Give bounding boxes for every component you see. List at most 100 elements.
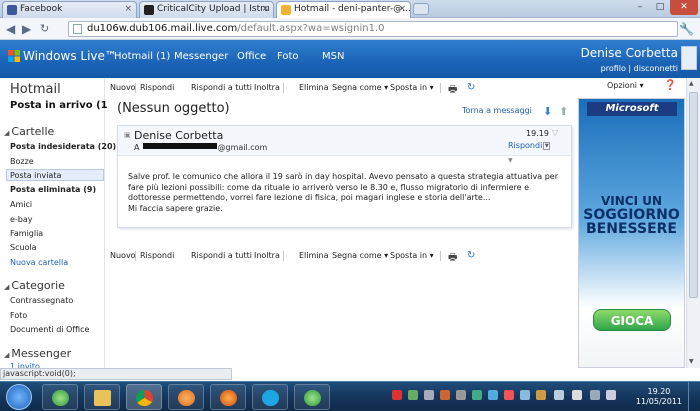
tray-icon[interactable] [472,390,482,400]
tray-icon[interactable] [456,390,466,400]
nav-foto[interactable]: Foto [277,51,299,62]
advertisement-banner[interactable]: Microsoft VINCI UN SOGGIORNO BENESSERE G… [578,98,685,368]
sidebar-item-inbox[interactable]: Posta in arrivo (1 [10,100,108,111]
show-desktop-button[interactable] [688,382,700,411]
nav-msn[interactable]: MSN [322,51,344,62]
sender-name[interactable]: Denise Corbetta [134,129,223,142]
scrollbar-thumb[interactable] [689,92,698,298]
new-folder-link[interactable]: Nuova cartella [10,258,68,267]
forward-button[interactable]: Inoltra [254,251,280,260]
tab-hotmail[interactable]: Hotmail - deni-panter-@... × [276,1,411,18]
categories-header[interactable]: ◢ Categorie [4,279,65,292]
sidebar-item-junk[interactable]: Posta indesiderata (20) [10,142,116,151]
back-arrow-icon[interactable]: ◀ [6,22,15,36]
options-menu[interactable]: Opzioni ▾ [607,81,644,90]
start-button[interactable] [6,384,32,410]
signout-link[interactable]: disconnetti [634,64,678,73]
tray-icon[interactable] [440,390,450,400]
sidebar-item-drafts[interactable]: Bozze [10,157,34,166]
nav-messenger[interactable]: Messenger [174,51,228,62]
sidebar-title[interactable]: Hotmail [10,82,61,97]
tray-icon[interactable] [536,390,546,400]
sidebar-item-sent[interactable]: Posta inviata [10,171,61,180]
back-to-messages-link[interactable]: Torna a messaggi [462,106,532,115]
close-icon[interactable]: × [398,4,406,14]
reply-link[interactable]: Rispondi ▼ [508,141,551,150]
profile-link[interactable]: profilo [601,64,626,73]
new-tab-button[interactable] [413,3,429,15]
refresh-icon[interactable]: ↻ [467,250,475,261]
category-photos[interactable]: Foto [10,311,27,320]
previous-message-icon[interactable]: ⬆ [559,105,568,118]
reload-icon[interactable]: ↻ [40,22,49,35]
chevron-down-icon[interactable]: ▼ [543,141,551,150]
close-icon[interactable]: × [261,4,269,14]
mark-as-menu[interactable]: Segna come ▾ [332,251,388,260]
sidebar-item-amici[interactable]: Amici [10,200,32,209]
taskbar-chrome[interactable] [126,384,162,410]
reply-button[interactable]: Rispondi [140,251,174,260]
page-scrollbar[interactable]: ▲ ▼ [686,78,700,368]
taskbar-skype[interactable] [252,384,288,410]
scroll-up-icon[interactable]: ▲ [689,80,694,87]
tray-icon[interactable] [408,390,418,400]
sidebar-item-ebay[interactable]: e-bay [10,215,33,224]
flag-icon[interactable]: ▽ [552,128,558,137]
delete-button[interactable]: Elimina [299,83,329,92]
sidebar-item-deleted[interactable]: Posta eliminata (9) [10,185,96,194]
messenger-header[interactable]: ◢ Messenger [4,347,71,360]
folders-header[interactable]: ◢ Cartelle [4,125,54,138]
forward-button[interactable]: Inoltra [254,83,280,92]
tray-icon[interactable] [488,390,498,400]
tray-icon[interactable] [424,390,434,400]
tray-icon[interactable] [392,390,402,400]
volume-icon[interactable] [606,390,616,400]
nav-hotmail[interactable]: Hotmail (1) [114,51,170,62]
move-to-menu[interactable]: Sposta in ▾ [390,251,434,260]
window-close-icon[interactable]: ✕ [670,0,698,15]
new-button[interactable]: Nuovo [110,251,136,260]
taskbar-clock[interactable]: 19.20 11/05/2011 [636,387,682,407]
reply-button[interactable]: Rispondi [140,83,174,92]
user-name[interactable]: Denise Corbetta [581,46,678,60]
tab-criticalcity[interactable]: CriticalCity Upload | Istru × [139,1,274,18]
taskbar-firefox[interactable] [210,384,246,410]
network-icon[interactable] [590,390,600,400]
play-button[interactable]: GIOCA [593,309,671,331]
tray-icon[interactable] [504,390,514,400]
sidebar-item-famiglia[interactable]: Famiglia [10,229,43,238]
sidebar-item-scuola[interactable]: Scuola [10,243,37,252]
maximize-icon[interactable]: □ [650,0,670,15]
print-icon[interactable]: 🖶 [448,82,457,99]
url-input[interactable]: du106w.dub106.mail.live.com/default.aspx… [68,21,678,37]
wrench-icon[interactable]: 🔧 [679,22,694,36]
move-to-menu[interactable]: Sposta in ▾ [390,83,434,92]
expand-square-icon[interactable]: ▣ [124,131,131,139]
taskbar-messenger[interactable] [42,384,78,410]
tray-icon[interactable] [520,390,530,400]
mark-as-menu[interactable]: Segna come ▾ [332,83,388,92]
category-flagged[interactable]: Contrassegnato [10,296,73,305]
close-icon[interactable]: × [124,4,132,14]
reply-all-button[interactable]: Rispondi a tutti [191,83,252,92]
forward-arrow-icon[interactable]: ▶ [22,22,31,36]
reply-all-button[interactable]: Rispondi a tutti [191,251,252,260]
category-office-docs[interactable]: Documenti di Office [10,325,89,334]
print-icon[interactable]: 🖶 [448,250,457,267]
flag-tray-icon[interactable] [572,390,582,400]
minimize-icon[interactable]: – [630,0,650,15]
taskbar-messenger-2[interactable] [294,384,330,410]
new-button[interactable]: Nuovo [110,83,136,92]
tray-icon[interactable] [554,390,564,400]
scroll-down-icon[interactable]: ▼ [689,358,694,365]
help-icon[interactable]: ❓ [664,80,676,91]
windows-live-logo[interactable]: Windows Live™ [8,49,117,63]
next-message-icon[interactable]: ⬇ [543,105,552,118]
refresh-icon[interactable]: ↻ [467,82,475,93]
nav-office[interactable]: Office [237,51,266,62]
tab-facebook[interactable]: Facebook × [2,1,137,18]
taskbar-explorer[interactable] [84,384,120,410]
avatar[interactable] [681,46,697,70]
taskbar-media-player[interactable] [168,384,204,410]
delete-button[interactable]: Elimina [299,251,329,260]
